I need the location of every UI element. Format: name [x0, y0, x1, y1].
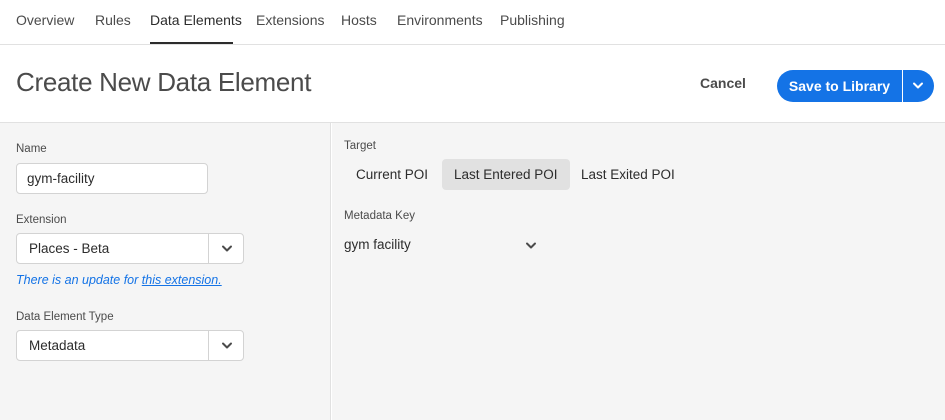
tab-environments[interactable]: Environments: [397, 12, 483, 28]
chevron-down-icon: [222, 245, 232, 252]
save-options-button[interactable]: [903, 70, 934, 102]
extension-value: Places - Beta: [29, 241, 110, 256]
extension-configuration: Target Current POI Last Entered POI Last…: [332, 123, 945, 420]
data-element-type-select[interactable]: Metadata: [16, 330, 244, 361]
extension-select[interactable]: Places - Beta: [16, 233, 244, 264]
target-last-entered-poi[interactable]: Last Entered POI: [442, 159, 570, 190]
tab-publishing[interactable]: Publishing: [500, 12, 565, 28]
metadata-key-value: gym facility: [344, 237, 411, 252]
data-element-form: Name gym-facility Extension Places - Bet…: [0, 123, 331, 420]
update-notice: There is an update for this extension.: [16, 273, 222, 287]
extension-label: Extension: [16, 214, 67, 226]
name-label: Name: [16, 143, 47, 155]
tab-rules[interactable]: Rules: [95, 12, 131, 28]
update-extension-link[interactable]: this extension.: [142, 273, 222, 287]
target-current-poi[interactable]: Current POI: [344, 159, 440, 190]
tab-extensions[interactable]: Extensions: [256, 12, 324, 28]
update-notice-text: There is an update for: [16, 273, 142, 287]
name-input[interactable]: gym-facility: [16, 163, 208, 194]
chevron-down-icon: [222, 342, 232, 349]
tab-overview[interactable]: Overview: [16, 12, 74, 28]
chevron-down-icon: [526, 242, 536, 249]
save-to-library-button[interactable]: Save to Library: [777, 70, 902, 102]
metadata-key-select[interactable]: gym facility: [344, 235, 538, 259]
select-divider: [208, 234, 209, 263]
tab-hosts[interactable]: Hosts: [341, 12, 377, 28]
page-header: Create New Data Element Cancel Save to L…: [0, 45, 945, 123]
tab-data-elements[interactable]: Data Elements: [150, 12, 242, 28]
page-title: Create New Data Element: [16, 67, 312, 97]
target-label: Target: [344, 140, 376, 152]
select-divider: [208, 331, 209, 360]
metadata-key-label: Metadata Key: [344, 210, 415, 222]
target-last-exited-poi[interactable]: Last Exited POI: [569, 159, 687, 190]
active-tab-indicator: [150, 42, 233, 44]
data-element-type-value: Metadata: [29, 338, 86, 353]
chevron-down-icon: [913, 82, 923, 89]
data-element-type-label: Data Element Type: [16, 311, 114, 323]
top-navigation: Overview Rules Data Elements Extensions …: [0, 0, 945, 45]
cancel-button[interactable]: Cancel: [700, 75, 746, 91]
